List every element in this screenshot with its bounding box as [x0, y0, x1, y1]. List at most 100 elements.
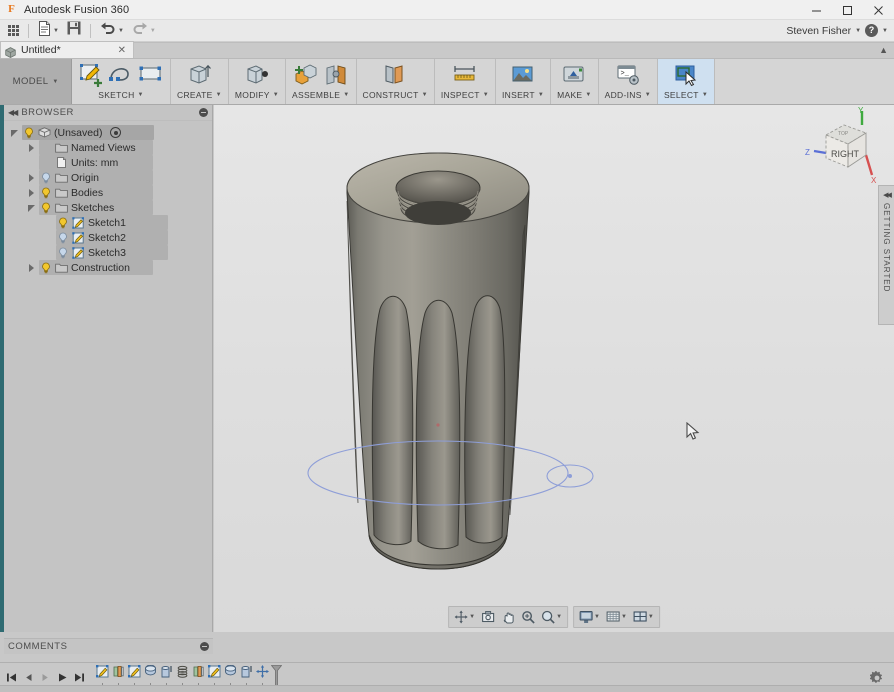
measure-icon[interactable]	[452, 63, 478, 88]
model-threaded-fluted-knob[interactable]	[214, 105, 894, 632]
workspace-selector-model[interactable]: MODEL ▼	[0, 59, 72, 104]
chevron-down-icon[interactable]: ▼	[469, 614, 475, 620]
tree-item-bodies[interactable]: Bodies	[4, 185, 212, 200]
chevron-down-icon[interactable]: ▼	[621, 614, 627, 620]
timeline-feature-sketch[interactable]	[206, 664, 222, 688]
chevron-down-icon[interactable]: ▼	[882, 28, 888, 34]
expand-arrow-closed-icon[interactable]	[27, 188, 37, 198]
tree-item-units-mm[interactable]: Units: mm	[4, 155, 212, 170]
visibility-bulb-icon[interactable]	[57, 232, 69, 244]
ribbon-group-inspect[interactable]: INSPECT ▼	[435, 59, 497, 104]
expand-arrow-closed-icon[interactable]	[27, 263, 37, 273]
data-panel-button[interactable]	[4, 21, 23, 41]
timeline-feature-hole[interactable]	[238, 665, 254, 688]
tree-item-sketches[interactable]: Sketches	[4, 200, 212, 215]
timeline-feature-hole[interactable]	[158, 665, 174, 688]
create-sketch-icon[interactable]	[78, 63, 104, 88]
chevron-down-icon[interactable]: ▼	[150, 28, 156, 34]
chevron-down-icon[interactable]: ▼	[538, 92, 544, 98]
tree-item-construction[interactable]: Construction	[4, 260, 212, 275]
maximize-button[interactable]	[832, 0, 863, 20]
chevron-down-icon[interactable]: ▼	[645, 92, 651, 98]
chevron-down-icon[interactable]: ▼	[118, 28, 124, 34]
chevron-down-icon[interactable]: ▼	[53, 28, 59, 34]
collapse-left-icon[interactable]: ◀◀	[8, 108, 18, 117]
chevron-down-icon[interactable]: ▼	[585, 92, 591, 98]
chevron-down-icon[interactable]: ▼	[556, 614, 562, 620]
visibility-bulb-icon[interactable]	[57, 217, 69, 229]
timeline-feature-extrude[interactable]	[110, 665, 126, 688]
new-component-icon[interactable]	[293, 63, 319, 88]
ribbon-group-insert[interactable]: INSERT ▼	[496, 59, 552, 104]
new-file-button[interactable]: ▼	[34, 20, 63, 41]
extrude-icon[interactable]	[186, 63, 212, 88]
look-at-button[interactable]	[479, 609, 497, 625]
gear-icon[interactable]	[869, 670, 884, 685]
chevron-down-icon[interactable]: ▼	[594, 614, 600, 620]
ribbon-group-make[interactable]: MAKE ▼	[551, 59, 599, 104]
chevron-down-icon[interactable]: ▼	[483, 92, 489, 98]
3d-print-icon[interactable]	[561, 63, 587, 88]
scripts-addins-icon[interactable]: >_	[615, 63, 641, 88]
visibility-bulb-icon[interactable]	[40, 202, 52, 214]
chevron-down-icon[interactable]: ▼	[648, 614, 654, 620]
chevron-down-icon[interactable]: ▼	[216, 92, 222, 98]
collapse-right-icon[interactable]: ◀◀	[883, 191, 892, 199]
timeline-feature-extrude[interactable]	[190, 665, 206, 688]
ribbon-group-addins[interactable]: >_ ADD-INS ▼	[599, 59, 658, 104]
tree-item-named-views[interactable]: Named Views	[4, 140, 212, 155]
comments-panel[interactable]: COMMENTS	[4, 638, 213, 654]
chevron-down-icon[interactable]: ▼	[138, 92, 144, 98]
visibility-bulb-icon[interactable]	[57, 247, 69, 259]
tree-item-sketch2[interactable]: Sketch2	[4, 230, 212, 245]
chevron-down-icon[interactable]: ▼	[855, 28, 861, 34]
ribbon-group-modify[interactable]: MODIFY ▼	[229, 59, 287, 104]
timeline-feature-revolve[interactable]	[142, 664, 158, 688]
ribbon-group-select[interactable]: SELECT ▼	[657, 59, 716, 104]
pan-button[interactable]	[499, 609, 517, 625]
user-name-label[interactable]: Steven Fisher	[786, 25, 851, 37]
help-icon[interactable]: ?	[865, 24, 879, 37]
orbit-button[interactable]: ▼	[452, 609, 477, 625]
expand-arrow-closed-icon[interactable]	[27, 173, 37, 183]
ribbon-group-sketch[interactable]: SKETCH ▼	[72, 59, 171, 104]
press-pull-icon[interactable]	[244, 63, 270, 88]
ribbon-group-create[interactable]: CREATE ▼	[171, 59, 229, 104]
expand-arrow-open-icon[interactable]	[27, 203, 37, 213]
ribbon-group-assemble[interactable]: ASSEMBLE ▼	[286, 59, 357, 104]
redo-button[interactable]: ▼	[128, 21, 160, 41]
chevron-down-icon[interactable]: ▼	[273, 92, 279, 98]
chevron-down-icon[interactable]: ▼	[343, 92, 349, 98]
getting-started-tab[interactable]: ◀◀ GETTING STARTED	[878, 185, 894, 325]
visibility-bulb-icon[interactable]	[40, 187, 52, 199]
tree-item-unsaved[interactable]: (Unsaved)	[4, 125, 212, 140]
tree-item-origin[interactable]: Origin	[4, 170, 212, 185]
expand-arrow-closed-icon[interactable]	[27, 143, 37, 153]
chevron-up-icon[interactable]: ▲	[879, 45, 888, 55]
grid-snaps-button[interactable]: ▼	[604, 609, 629, 625]
visibility-bulb-icon[interactable]	[40, 262, 52, 274]
viewports-button[interactable]: ▼	[631, 609, 656, 625]
save-button[interactable]	[63, 21, 85, 41]
undo-button[interactable]: ▼	[96, 21, 128, 41]
zoom-button[interactable]	[519, 609, 537, 625]
view-cube[interactable]: Y X Z TOP RIGHT	[800, 106, 886, 187]
tree-item-sketch3[interactable]: Sketch3	[4, 245, 212, 260]
select-window-icon[interactable]	[673, 63, 699, 88]
fit-button[interactable]: ▼	[539, 609, 564, 625]
panel-options-icon[interactable]	[199, 108, 208, 117]
timeline-feature-move[interactable]	[254, 664, 270, 688]
visibility-bulb-icon[interactable]	[40, 172, 52, 184]
spline-icon[interactable]	[108, 63, 134, 88]
timeline-feature-coil[interactable]	[174, 665, 190, 688]
joint-icon[interactable]	[323, 63, 349, 88]
panel-options-icon[interactable]	[200, 642, 209, 651]
rectangle-icon[interactable]	[138, 63, 164, 88]
close-icon[interactable]: ✕	[116, 45, 128, 56]
visibility-bulb-icon[interactable]	[23, 127, 35, 139]
offset-plane-icon[interactable]	[382, 63, 408, 88]
chevron-down-icon[interactable]: ▼	[422, 92, 428, 98]
sketch-point[interactable]	[568, 474, 572, 478]
chevron-down-icon[interactable]: ▼	[702, 92, 708, 98]
tree-item-sketch1[interactable]: Sketch1	[4, 215, 212, 230]
